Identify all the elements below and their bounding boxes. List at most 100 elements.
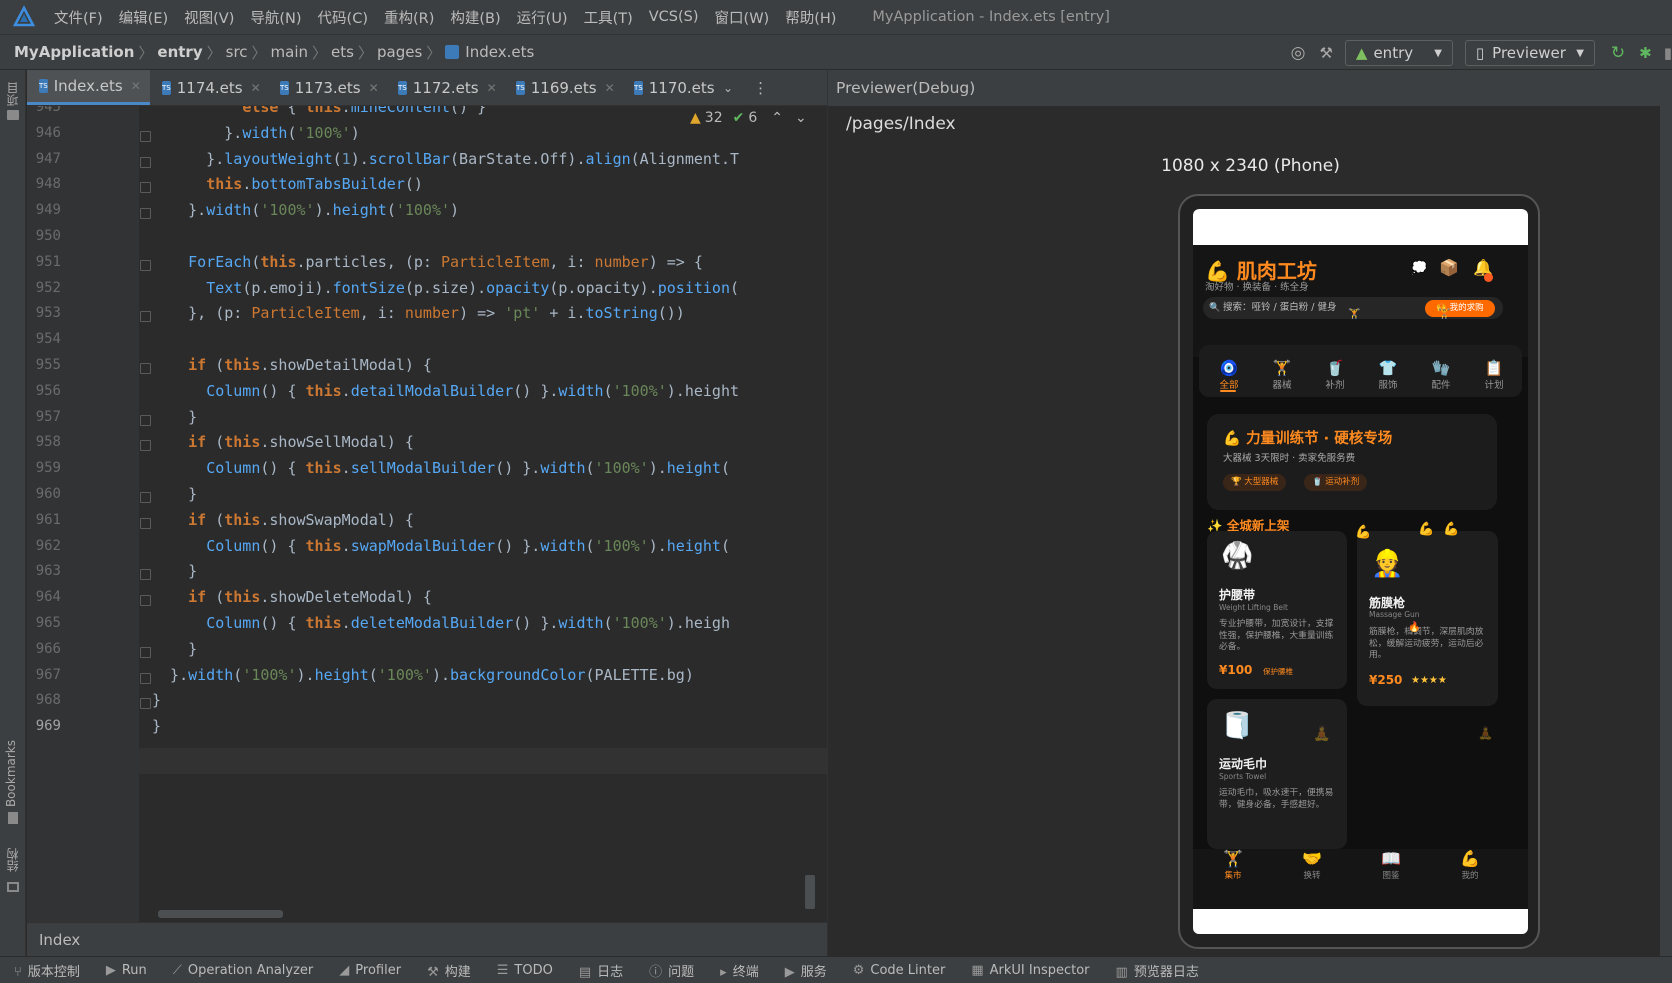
code-editor[interactable]: 945 946 947 948 949 950 951 952 953 954 955 956 957 9…	[27, 106, 827, 938]
device-selector[interactable]: ▯ Previewer ▼	[1464, 40, 1595, 66]
bookmark-icon[interactable]	[8, 812, 18, 824]
fold-marker-icon[interactable]	[140, 517, 151, 529]
code-line[interactable]: if (this.showDetailModal) {	[152, 356, 432, 374]
fold-marker-icon[interactable]	[140, 698, 151, 710]
tab-index-ets[interactable]: TS Index.ets ✕	[27, 70, 150, 105]
tool-window-8[interactable]: ▸ 终端	[720, 961, 759, 980]
close-icon[interactable]: ✕	[487, 81, 497, 95]
code-line[interactable]: Column() { this.detailModalBuilder() }.w…	[152, 382, 739, 400]
tool-window-6[interactable]: ▤ 日志	[579, 961, 623, 980]
chip-large-equipment[interactable]: 🏆 大型器械	[1223, 474, 1287, 491]
code-line[interactable]: Column() { this.swapModalBuilder() }.wid…	[152, 537, 730, 555]
vertical-scrollbar[interactable]	[805, 875, 815, 909]
close-icon[interactable]: ✕	[251, 81, 261, 95]
chat-icon[interactable]: 💭	[1411, 261, 1427, 276]
menu-refactor[interactable]: 重构(R)	[384, 7, 434, 28]
category-all[interactable]: 🧿 全部	[1209, 359, 1249, 391]
code-line[interactable]: this.bottomTabsBuilder()	[152, 175, 423, 193]
category-supplements[interactable]: 🥤 补剂	[1315, 359, 1355, 391]
code-line[interactable]: else { this.mineContent() }	[152, 106, 486, 116]
code-line[interactable]: }	[152, 485, 197, 503]
tab-1170-ets[interactable]: TS 1170.ets	[622, 70, 715, 105]
code-line[interactable]: }.width('100%')	[152, 124, 359, 142]
code-line[interactable]: }.layoutWeight(1).scrollBar(BarState.Off…	[152, 150, 739, 168]
tool-window-5[interactable]: ☰ TODO	[497, 963, 553, 978]
fold-marker-icon[interactable]	[140, 440, 151, 452]
breadcrumb-src[interactable]: src	[226, 43, 248, 61]
menu-view[interactable]: 视图(V)	[184, 7, 234, 28]
code-line[interactable]: }	[152, 717, 161, 735]
code-line[interactable]: }.width('100%').height('100%')	[152, 201, 459, 219]
category-apparel[interactable]: 👕 服饰	[1368, 359, 1408, 391]
breadcrumb-project[interactable]: MyApplication	[14, 43, 134, 61]
tool-window-10[interactable]: ⚙ Code Linter	[853, 963, 946, 978]
code-line[interactable]: }, (p: ParticleItem, i: number) => 'pt' …	[152, 304, 685, 322]
code-line[interactable]: }	[152, 640, 197, 658]
chevron-up-icon[interactable]: ⌃	[771, 110, 783, 126]
phone-screen[interactable]: 💪 肌肉工坊 淘好物 · 换装备 · 练全身 💭 📦 🔔 🔍 搜索：哑铃 / 蛋…	[1193, 209, 1528, 934]
close-icon[interactable]: ✕	[605, 81, 615, 95]
fold-marker-icon[interactable]	[140, 569, 151, 581]
category-equipment[interactable]: 🏋 器械	[1262, 359, 1302, 391]
more-tool-icon[interactable]: ▮	[1664, 44, 1672, 62]
horizontal-scrollbar[interactable]	[158, 910, 283, 918]
run-config-selector[interactable]: ▲ entry ▼	[1344, 40, 1453, 66]
fold-marker-icon[interactable]	[140, 492, 151, 503]
fold-marker-icon[interactable]	[140, 130, 151, 142]
code-line[interactable]: Column() { this.sellModalBuilder() }.wid…	[152, 459, 730, 477]
tool-window-9[interactable]: ▶ 服务	[785, 961, 827, 980]
fold-marker-icon[interactable]	[140, 311, 151, 323]
code-line[interactable]: ForEach(this.particles, (p: ParticleItem…	[152, 253, 703, 271]
breadcrumb-pages[interactable]: pages	[377, 43, 422, 61]
box-icon[interactable]: 📦	[1439, 258, 1459, 277]
breadcrumb-main[interactable]: main	[271, 43, 308, 61]
tab-more-icon[interactable]: ⋮	[753, 79, 768, 97]
nav-swap[interactable]: 🤝 换转	[1292, 849, 1332, 881]
fold-marker-icon[interactable]	[140, 156, 151, 168]
breadcrumb-ets[interactable]: ets	[331, 43, 354, 61]
nav-guide[interactable]: 📖 图鉴	[1371, 849, 1411, 881]
category-accessories[interactable]: 🧤 配件	[1421, 359, 1461, 391]
fold-marker-icon[interactable]	[140, 182, 151, 194]
category-plans[interactable]: 📋 计划	[1474, 359, 1514, 391]
code-line[interactable]: if (this.showSellModal) {	[152, 433, 414, 451]
structure-icon[interactable]	[7, 882, 19, 892]
breadcrumb-module[interactable]: entry	[157, 43, 202, 61]
nav-mine[interactable]: 💪 我的	[1450, 849, 1490, 881]
debug-icon[interactable]: ✱	[1639, 44, 1652, 62]
tool-window-11[interactable]: ▦ ArkUI Inspector	[971, 963, 1089, 978]
tab-1169-ets[interactable]: TS 1169.ets ✕	[504, 70, 622, 105]
tool-window-1[interactable]: ▶ Run	[106, 963, 147, 978]
menu-code[interactable]: 代码(C)	[318, 7, 368, 28]
fold-marker-icon[interactable]	[140, 414, 151, 426]
close-icon[interactable]: ✕	[131, 79, 141, 93]
menu-run[interactable]: 运行(U)	[517, 7, 568, 28]
fold-marker-icon[interactable]	[140, 259, 151, 271]
breadcrumb-file[interactable]: Index.ets	[465, 43, 534, 61]
bookmarks-tool-tab[interactable]: Bookmarks	[4, 740, 18, 807]
code-line[interactable]: }.width('100%').height('100%').backgroun…	[152, 666, 694, 684]
code-line[interactable]: Column() { this.deleteModalBuilder() }.w…	[152, 614, 730, 632]
fold-marker-icon[interactable]	[140, 646, 151, 658]
tool-window-3[interactable]: ◢ Profiler	[339, 963, 401, 978]
tab-1174-ets[interactable]: TS 1174.ets ✕	[150, 70, 268, 105]
tool-window-0[interactable]: ⑂ 版本控制	[14, 961, 80, 980]
inspection-widget[interactable]: ▲ 32 ✔ 6 ⌃ ⌄	[690, 110, 807, 126]
code-line[interactable]: }	[152, 408, 197, 426]
target-icon[interactable]: ◎	[1291, 43, 1306, 63]
tool-window-2[interactable]: ⟋ Operation Analyzer	[173, 963, 314, 978]
fold-marker-icon[interactable]	[140, 208, 151, 220]
tab-1173-ets[interactable]: TS 1173.ets ✕	[268, 70, 386, 105]
footer-file-label[interactable]: Index	[39, 931, 80, 949]
code-line[interactable]: }	[152, 691, 161, 709]
tool-window-7[interactable]: ⓘ 问题	[649, 961, 694, 980]
code-line[interactable]: if (this.showSwapModal) {	[152, 511, 414, 529]
my-request-button[interactable]: 🙌 我的求购	[1425, 300, 1495, 317]
menu-vcs[interactable]: VCS(S)	[649, 9, 699, 25]
menu-window[interactable]: 窗口(W)	[715, 7, 770, 28]
tab-1172-ets[interactable]: TS 1172.ets ✕	[386, 70, 504, 105]
tool-window-4[interactable]: ⚒ 构建	[427, 961, 471, 980]
project-tool-tab[interactable]: 项目	[4, 82, 21, 106]
fold-marker-icon[interactable]	[140, 595, 151, 607]
menu-file[interactable]: 文件(F)	[54, 7, 103, 28]
